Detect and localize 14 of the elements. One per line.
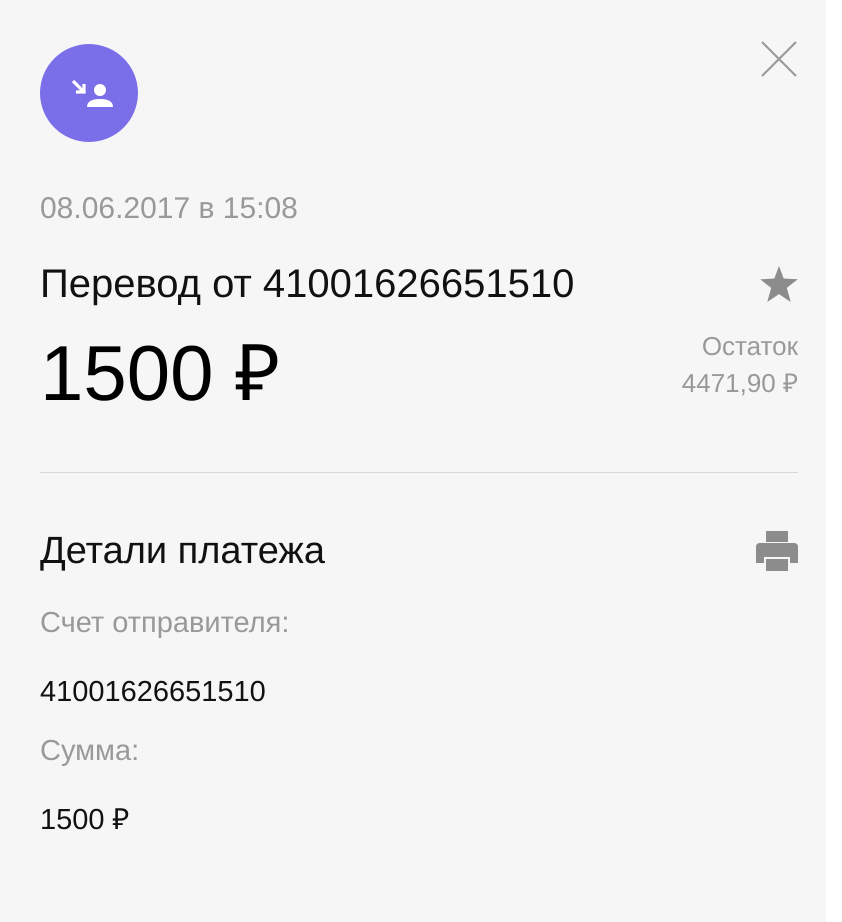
details-title: Детали платежа [40, 532, 325, 570]
field-value: 1500 ₽ [40, 806, 131, 835]
operation-date: 08.06.2017 в 15:08 [40, 194, 299, 224]
field-label: Сумма: [40, 737, 140, 766]
field-value: 41001626651510 [40, 678, 267, 707]
close-icon[interactable] [760, 40, 798, 78]
balance-label: Остаток [702, 330, 798, 362]
printer-icon[interactable] [756, 531, 798, 571]
balance-value: 4471,90 ₽ [682, 366, 798, 399]
incoming-transfer-icon [40, 44, 138, 142]
star-icon[interactable] [760, 266, 798, 302]
operation-title: Перевод от 41001626651510 [40, 264, 574, 304]
operation-amount: 1500 ₽ [40, 334, 280, 412]
field-label: Счет отправителя: [40, 609, 290, 638]
